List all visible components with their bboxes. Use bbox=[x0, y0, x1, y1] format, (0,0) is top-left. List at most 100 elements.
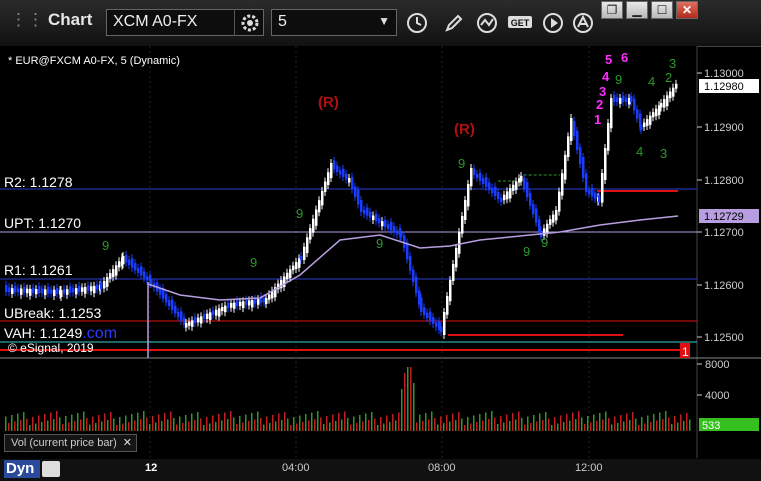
volume-bar bbox=[398, 412, 400, 431]
volume-bar bbox=[287, 418, 289, 431]
volume-bar bbox=[683, 421, 685, 431]
volume-bar bbox=[449, 421, 451, 431]
get-icon[interactable]: GET bbox=[506, 9, 536, 36]
candle bbox=[5, 285, 8, 292]
candle bbox=[652, 112, 655, 118]
candle bbox=[555, 210, 558, 221]
volume-bar bbox=[122, 423, 124, 431]
magenta-count-label: 2 bbox=[596, 97, 603, 112]
candle bbox=[38, 286, 41, 294]
volume-bar bbox=[362, 421, 364, 431]
volume-bar bbox=[314, 419, 316, 431]
volume-bar bbox=[59, 417, 61, 431]
volume-bar bbox=[590, 422, 592, 431]
volume-bar bbox=[656, 420, 658, 431]
play-icon[interactable] bbox=[540, 9, 566, 36]
magenta-count-label: 4 bbox=[602, 69, 610, 84]
volume-bar bbox=[86, 418, 88, 431]
volume-bar bbox=[551, 425, 553, 431]
candle bbox=[165, 294, 168, 303]
volume-bar bbox=[257, 411, 259, 431]
current-price-value: 1.12980 bbox=[704, 81, 744, 93]
interval-select[interactable]: 5 ▼ bbox=[271, 9, 397, 36]
volume-bar bbox=[98, 415, 100, 431]
candle bbox=[185, 323, 188, 328]
candle bbox=[666, 95, 669, 107]
green-count-label: 4 bbox=[636, 144, 643, 159]
candle bbox=[482, 178, 485, 184]
green-count-label: 4 bbox=[648, 74, 655, 89]
volume-bar bbox=[668, 417, 670, 431]
volume-bar bbox=[161, 421, 163, 431]
candle bbox=[224, 305, 227, 313]
candle bbox=[233, 302, 236, 309]
volume-bar bbox=[401, 389, 403, 431]
volume-study-label[interactable]: Vol (current price bar) ✕ bbox=[4, 434, 137, 452]
maximize-button[interactable]: ☐ bbox=[651, 1, 673, 19]
close-button[interactable]: ✕ bbox=[676, 1, 698, 19]
volume-bar bbox=[614, 416, 616, 431]
volume-bar bbox=[638, 425, 640, 431]
price-tick: 1.12700 bbox=[704, 227, 744, 239]
volume-bar bbox=[554, 417, 556, 431]
volume-bar bbox=[323, 424, 325, 431]
clock-icon[interactable] bbox=[402, 9, 432, 36]
candle bbox=[324, 181, 327, 192]
candle bbox=[579, 147, 582, 164]
volume-bar bbox=[89, 424, 91, 431]
candle bbox=[633, 98, 636, 111]
volume-bar bbox=[686, 413, 688, 431]
vah-text: VAH: 1.1249 bbox=[4, 325, 83, 341]
volume-bar bbox=[269, 423, 271, 431]
volume-bar bbox=[629, 420, 631, 431]
candle bbox=[491, 187, 494, 193]
lock-icon[interactable] bbox=[42, 461, 60, 477]
candle bbox=[8, 287, 11, 293]
at-icon[interactable] bbox=[570, 9, 596, 36]
minimize-button[interactable]: ▁ bbox=[626, 1, 648, 19]
candle bbox=[426, 312, 429, 318]
volume-bar bbox=[107, 420, 109, 431]
candle bbox=[41, 288, 44, 294]
candle bbox=[446, 296, 449, 315]
candle bbox=[295, 262, 298, 269]
restore-button[interactable]: ❐ bbox=[601, 1, 623, 19]
green-count-label: 9 bbox=[615, 72, 622, 87]
gear-icon[interactable] bbox=[234, 9, 265, 36]
candle bbox=[409, 256, 412, 271]
volume-bar bbox=[440, 416, 442, 431]
volume-bar bbox=[383, 423, 385, 431]
study-icon[interactable] bbox=[474, 9, 502, 36]
volume-bar bbox=[341, 419, 343, 431]
close-icon[interactable]: ✕ bbox=[123, 436, 132, 449]
candle bbox=[248, 300, 251, 306]
candle bbox=[643, 122, 646, 127]
candle bbox=[440, 326, 443, 332]
ubreak-label: UBreak: 1.1253 bbox=[4, 305, 102, 321]
dynamic-button[interactable]: Dyn bbox=[4, 460, 40, 478]
candle bbox=[473, 168, 476, 175]
candle bbox=[336, 165, 339, 172]
candle bbox=[209, 312, 212, 321]
candle bbox=[452, 264, 455, 281]
volume-bar bbox=[671, 424, 673, 431]
candle bbox=[254, 298, 257, 304]
volume-bar bbox=[23, 412, 25, 431]
volume-bar bbox=[170, 411, 172, 431]
volume-bar bbox=[494, 417, 496, 431]
volume-bar bbox=[575, 419, 577, 431]
pencil-icon[interactable] bbox=[440, 9, 468, 36]
volume-bar bbox=[95, 423, 97, 431]
volume-bar bbox=[389, 422, 391, 431]
candle bbox=[128, 259, 131, 266]
candle bbox=[675, 83, 678, 89]
price-chart[interactable]: (R) (R) 5 6 4 3 2 1 3 2 4 9 4 3 9 9 9 9 … bbox=[0, 46, 761, 459]
volume-bar bbox=[596, 421, 598, 431]
volume-bar bbox=[512, 413, 514, 431]
volume-bar bbox=[242, 422, 244, 431]
volume-bar bbox=[218, 414, 220, 431]
green-count-label: 2 bbox=[665, 70, 672, 85]
volume-bar bbox=[176, 424, 178, 431]
price-tick: 1.12500 bbox=[704, 332, 744, 344]
candle bbox=[44, 289, 47, 296]
